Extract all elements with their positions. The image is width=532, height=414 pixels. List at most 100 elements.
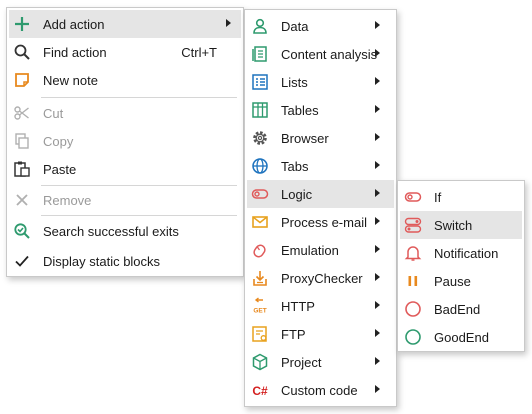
chevron-right-icon	[226, 19, 231, 27]
chevron-right-icon	[375, 385, 380, 393]
menu-item-process-email[interactable]: Process e-mail	[247, 208, 394, 236]
add-action-item[interactable]: Add action	[9, 10, 241, 38]
document-analysis-icon	[251, 45, 269, 63]
logic-item-if[interactable]: If	[400, 183, 522, 211]
table-icon	[251, 101, 269, 119]
user-icon	[251, 17, 269, 35]
toggle-icon	[404, 188, 422, 206]
menu-item-http[interactable]: GET HTTP	[247, 292, 394, 320]
note-icon	[13, 71, 31, 89]
menu-item-label: Custom code	[281, 383, 358, 398]
chevron-right-icon	[375, 357, 380, 365]
circle-green-icon	[404, 328, 422, 346]
remove-label: Remove	[43, 193, 92, 208]
ftp-icon	[251, 325, 269, 343]
close-icon	[13, 191, 31, 209]
list-icon	[251, 73, 269, 91]
menu-item-label: Data	[281, 19, 309, 34]
chevron-right-icon	[375, 133, 380, 141]
search-exits-item[interactable]: Search successful exits	[9, 217, 241, 245]
get-badge: GET	[253, 308, 266, 315]
chevron-right-icon	[375, 77, 380, 85]
mouse-icon	[251, 241, 269, 259]
chevron-right-icon	[375, 161, 380, 169]
menu-item-label: Project	[281, 355, 322, 370]
find-action-label: Find action	[43, 45, 107, 60]
menu-item-custom-code[interactable]: C# Custom code	[247, 376, 394, 404]
chevron-right-icon	[375, 49, 380, 57]
menu-item-label: Browser	[281, 131, 329, 146]
logic-item-switch[interactable]: Switch	[400, 211, 522, 239]
paste-item[interactable]: Paste	[9, 155, 241, 183]
logic-item-notification[interactable]: Notification	[400, 239, 522, 267]
pause-icon	[404, 272, 422, 290]
copy-label: Copy	[43, 134, 74, 149]
chevron-right-icon	[375, 217, 380, 225]
menu-item-label: Emulation	[281, 243, 339, 258]
switch-icon	[404, 216, 422, 234]
menu-item-proxychecker[interactable]: ProxyChecker	[247, 264, 394, 292]
toggle-icon	[251, 185, 269, 203]
display-blocks-label: Display static blocks	[43, 254, 161, 269]
menu-item-tables[interactable]: Tables	[247, 96, 394, 124]
remove-item: Remove	[9, 186, 241, 214]
menu-item-browser[interactable]: Browser	[247, 124, 394, 152]
csharp-icon: C#	[251, 381, 269, 399]
logic-item-pause[interactable]: Pause	[400, 267, 522, 295]
context-menu: Add action Find action Ctrl+T New note C…	[6, 7, 244, 277]
envelope-icon	[251, 213, 269, 231]
logic-item-label: If	[434, 190, 442, 205]
menu-item-logic[interactable]: Logic	[247, 180, 394, 208]
cut-label: Cut	[43, 106, 64, 121]
add-action-submenu: Data Content analysis Lists Tables Brows…	[244, 9, 397, 407]
check-icon	[13, 252, 31, 270]
logic-submenu: If Switch Notification Pause BadEnd Good…	[397, 180, 525, 352]
logic-item-label: GoodEnd	[434, 330, 489, 345]
proxy-download-icon	[251, 269, 269, 287]
globe-icon	[251, 157, 269, 175]
chevron-right-icon	[375, 21, 380, 29]
menu-item-label: Lists	[281, 75, 308, 90]
menu-item-label: Tabs	[281, 159, 309, 174]
scissors-icon	[13, 104, 31, 122]
logic-item-label: BadEnd	[434, 302, 481, 317]
chevron-right-icon	[375, 189, 380, 197]
chevron-right-icon	[375, 273, 380, 281]
find-action-shortcut: Ctrl+T	[181, 45, 217, 60]
menu-item-label: HTTP	[281, 299, 315, 314]
copy-icon	[13, 132, 31, 150]
display-blocks-item[interactable]: Display static blocks	[9, 247, 241, 275]
add-action-label: Add action	[43, 17, 105, 32]
menu-item-label: FTP	[281, 327, 306, 342]
menu-item-emulation[interactable]: Emulation	[247, 236, 394, 264]
menu-item-label: Process e-mail	[281, 215, 367, 230]
paste-label: Paste	[43, 162, 77, 177]
search-check-icon	[13, 222, 31, 240]
logic-item-goodend[interactable]: GoodEnd	[400, 323, 522, 351]
menu-item-label: Content analysis	[281, 47, 378, 62]
search-icon	[13, 43, 31, 61]
menu-item-project[interactable]: Project	[247, 348, 394, 376]
chevron-right-icon	[375, 301, 380, 309]
logic-item-label: Pause	[434, 274, 471, 289]
gear-icon	[251, 129, 269, 147]
logic-item-label: Switch	[434, 218, 473, 233]
menu-item-label: Tables	[281, 103, 319, 118]
menu-item-lists[interactable]: Lists	[247, 68, 394, 96]
menu-item-tabs[interactable]: Tabs	[247, 152, 394, 180]
new-note-item[interactable]: New note	[9, 66, 241, 94]
separator	[41, 97, 237, 98]
chevron-right-icon	[375, 329, 380, 337]
clipboard-icon	[13, 160, 31, 178]
menu-item-ftp[interactable]: FTP	[247, 320, 394, 348]
cube-icon	[251, 353, 269, 371]
separator	[41, 215, 237, 216]
logic-item-label: Notification	[434, 246, 499, 261]
circle-red-icon	[404, 300, 422, 318]
chevron-right-icon	[375, 245, 380, 253]
find-action-item[interactable]: Find action Ctrl+T	[9, 38, 241, 66]
csharp-badge: C#	[252, 384, 268, 398]
logic-item-badend[interactable]: BadEnd	[400, 295, 522, 323]
menu-item-content-analysis[interactable]: Content analysis	[247, 40, 394, 68]
menu-item-data[interactable]: Data	[247, 12, 394, 40]
